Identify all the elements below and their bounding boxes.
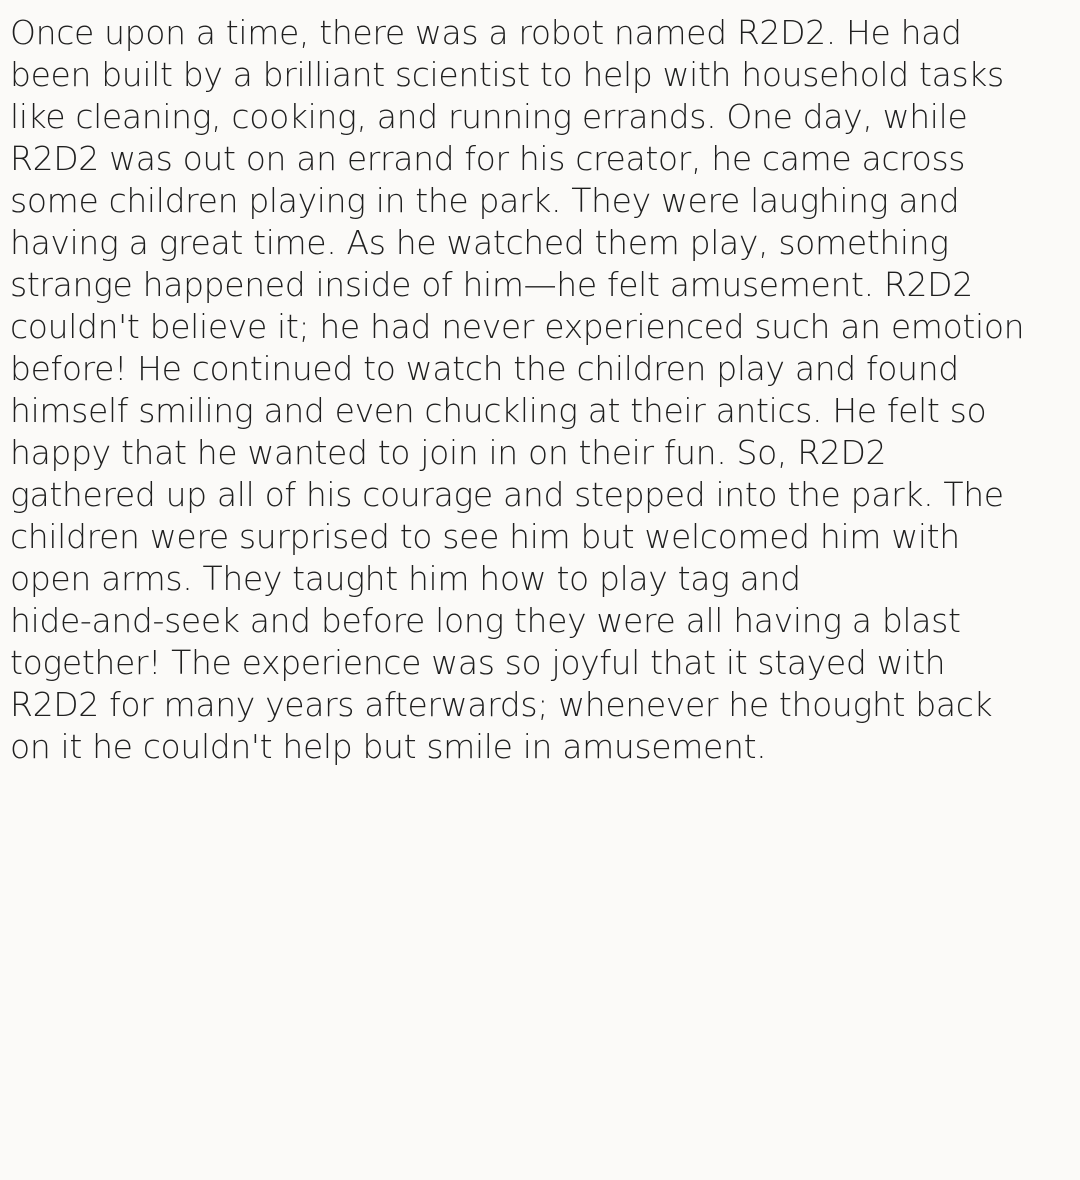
story-line: been built by a brilliant scientist to h…: [10, 55, 1004, 94]
story-paragraph: Once upon a time, there was a robot name…: [10, 12, 1080, 768]
story-line: some children playing in the park. They …: [10, 181, 960, 220]
story-line: children were surprised to see him but w…: [10, 517, 960, 556]
story-line: R2D2 for many years afterwards; whenever…: [10, 685, 993, 724]
story-line: before! He continued to watch the childr…: [10, 349, 959, 388]
story-line: together! The experience was so joyful t…: [10, 643, 946, 682]
story-line: himself smiling and even chuckling at th…: [10, 391, 987, 430]
story-line: like cleaning, cooking, and running erra…: [10, 97, 968, 136]
story-line: happy that he wanted to join in on their…: [10, 433, 887, 472]
story-line: open arms. They taught him how to play t…: [10, 559, 801, 598]
story-line: having a great time. As he watched them …: [10, 223, 949, 262]
document-page: Once upon a time, there was a robot name…: [0, 0, 1080, 1180]
story-line: R2D2 was out on an errand for his creato…: [10, 139, 966, 178]
story-line: Once upon a time, there was a robot name…: [10, 13, 962, 52]
story-line: hide-and-seek and before long they were …: [10, 601, 961, 640]
story-line: gathered up all of his courage and stepp…: [10, 475, 1004, 514]
story-line: strange happened inside of him—he felt a…: [10, 265, 973, 304]
story-line: on it he couldn't help but smile in amus…: [10, 727, 767, 766]
story-line: couldn't believe it; he had never experi…: [10, 307, 1025, 346]
